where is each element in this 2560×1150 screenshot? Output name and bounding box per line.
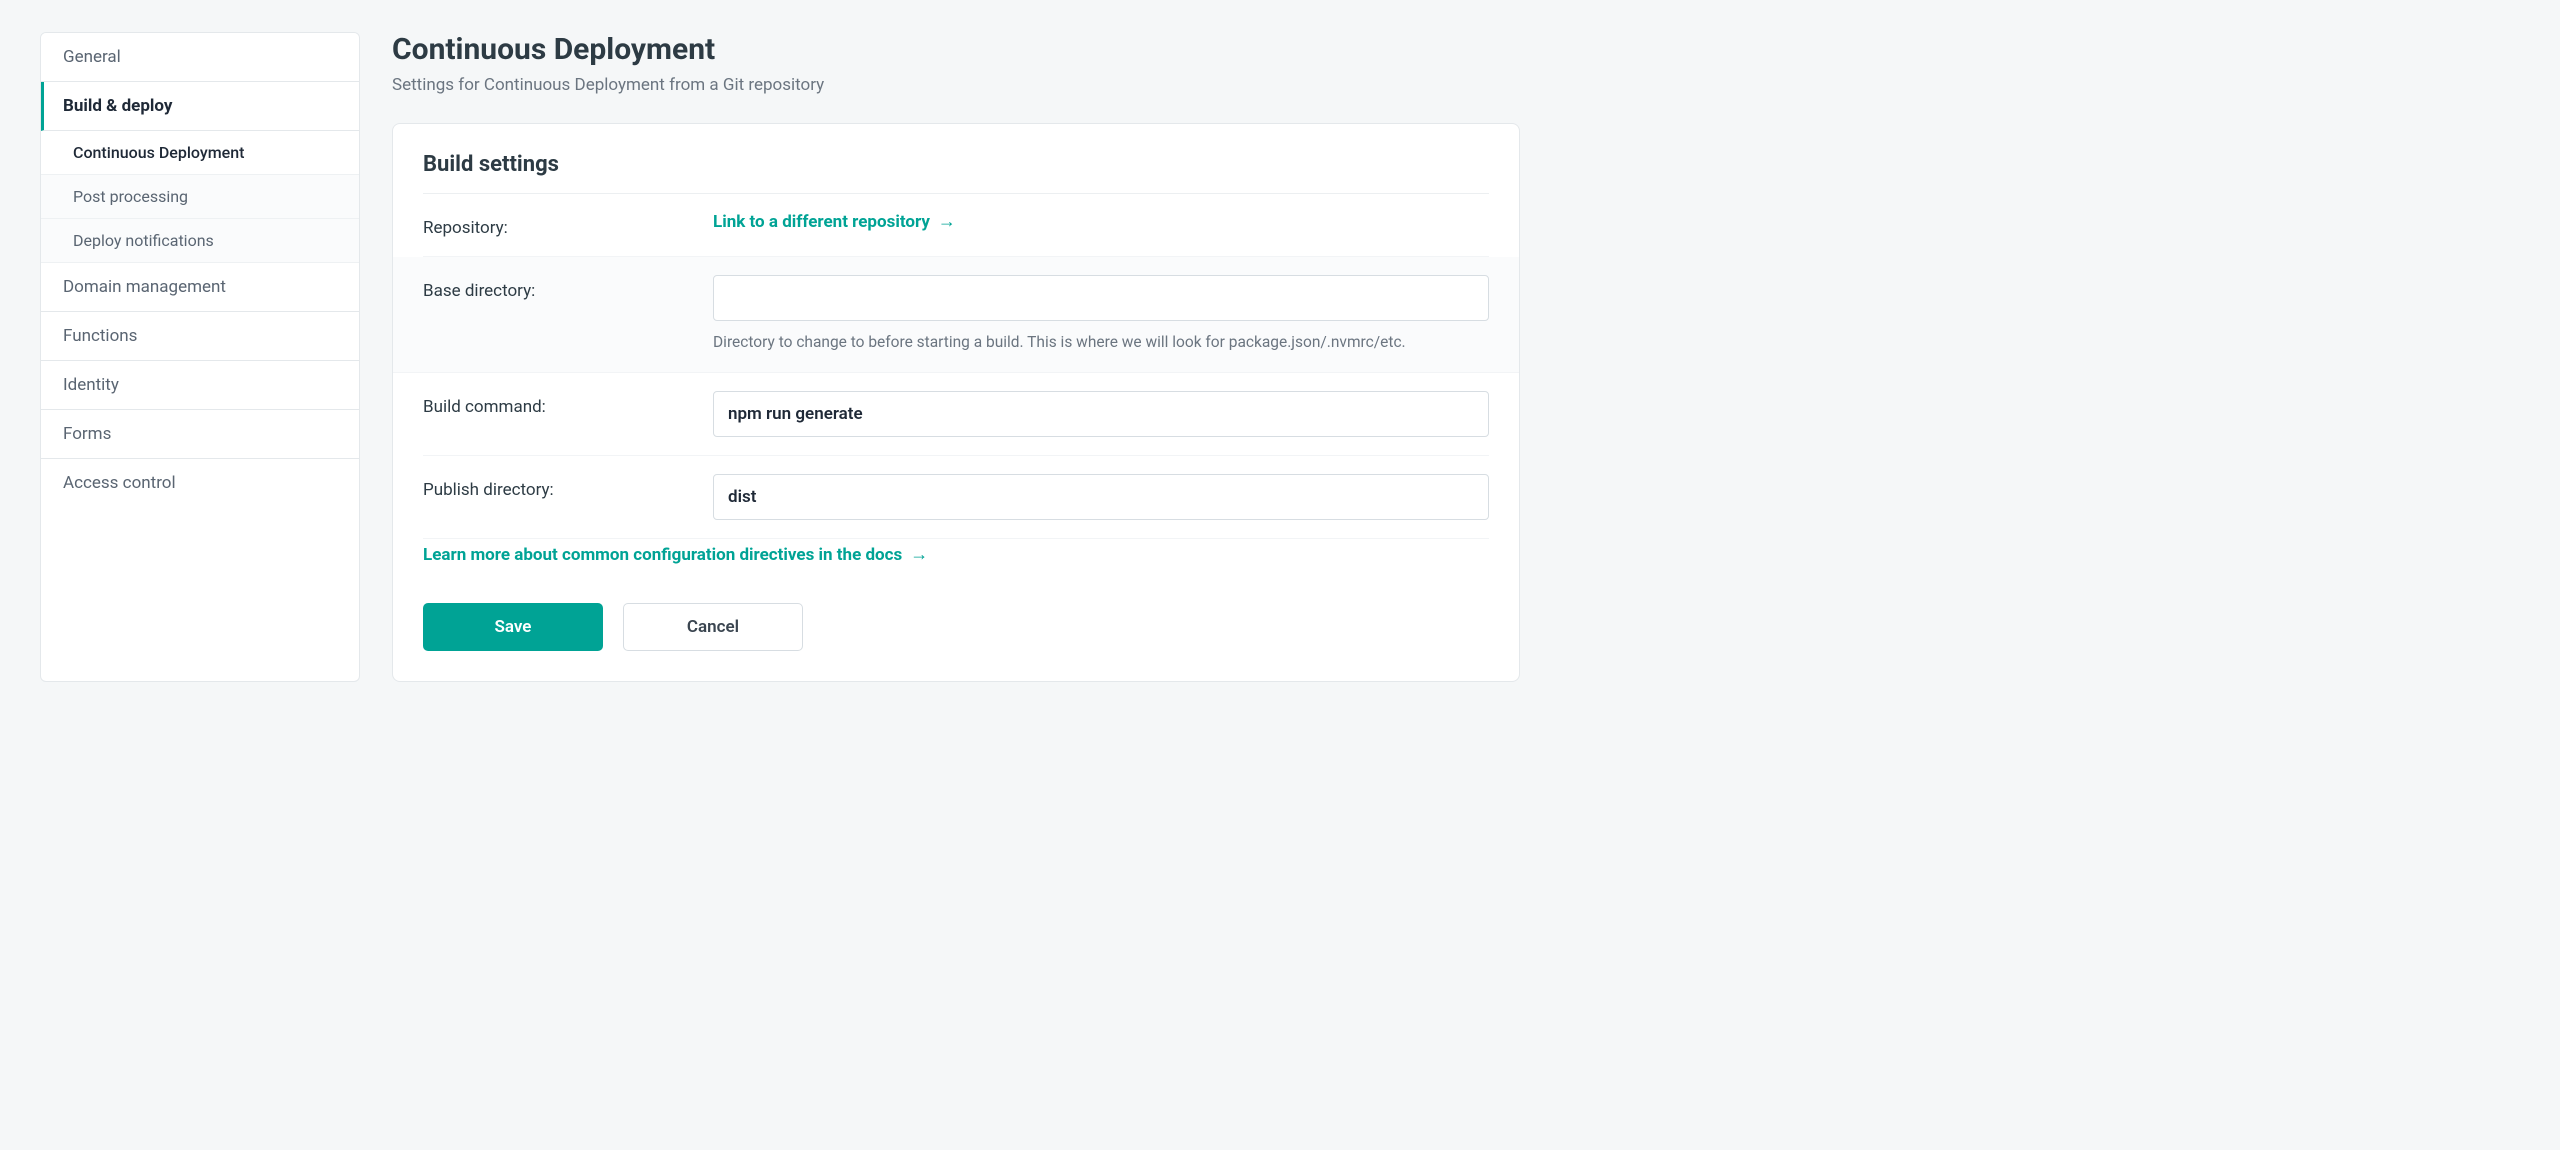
page-title: Continuous Deployment bbox=[392, 32, 1520, 67]
label-build-command: Build command: bbox=[423, 391, 713, 417]
sidebar-item-forms[interactable]: Forms bbox=[41, 410, 359, 459]
help-base-directory: Directory to change to before starting a… bbox=[713, 331, 1489, 354]
sidebar-item-access-control[interactable]: Access control bbox=[41, 459, 359, 507]
row-docs-link: Learn more about common configuration di… bbox=[423, 539, 1489, 595]
input-base-directory[interactable] bbox=[713, 275, 1489, 321]
arrow-right-icon: → bbox=[910, 546, 928, 564]
sidebar-item-label: Domain management bbox=[63, 277, 226, 297]
sidebar-item-label: Forms bbox=[63, 424, 111, 444]
main-content: Continuous Deployment Settings for Conti… bbox=[392, 32, 1520, 682]
arrow-right-icon: → bbox=[938, 213, 956, 231]
sidebar-subitem-label: Post processing bbox=[73, 187, 188, 206]
sidebar-item-label: Identity bbox=[63, 375, 119, 395]
button-row: Save Cancel bbox=[423, 595, 1489, 651]
sidebar-subitem-label: Continuous Deployment bbox=[73, 143, 244, 162]
input-build-command[interactable] bbox=[713, 391, 1489, 437]
sidebar-item-functions[interactable]: Functions bbox=[41, 312, 359, 361]
link-different-repository[interactable]: Link to a different repository → bbox=[713, 212, 956, 232]
row-build-command: Build command: bbox=[423, 373, 1489, 456]
sidebar-item-general[interactable]: General bbox=[41, 33, 359, 82]
sidebar-item-label: Access control bbox=[63, 473, 176, 493]
link-text: Learn more about common configuration di… bbox=[423, 545, 902, 565]
build-settings-card: Build settings Repository: Link to a dif… bbox=[392, 123, 1520, 682]
input-publish-directory[interactable] bbox=[713, 474, 1489, 520]
row-base-directory: Base directory: Directory to change to b… bbox=[393, 257, 1519, 373]
sidebar-subitem-continuous-deployment[interactable]: Continuous Deployment bbox=[41, 131, 359, 175]
link-text: Link to a different repository bbox=[713, 212, 930, 232]
sidebar-item-identity[interactable]: Identity bbox=[41, 361, 359, 410]
sidebar-subitem-label: Deploy notifications bbox=[73, 231, 214, 250]
save-button[interactable]: Save bbox=[423, 603, 603, 651]
sidebar-item-build-deploy[interactable]: Build & deploy bbox=[41, 82, 359, 131]
link-docs[interactable]: Learn more about common configuration di… bbox=[423, 545, 928, 565]
label-repository: Repository: bbox=[423, 212, 713, 238]
sidebar-subitem-deploy-notifications[interactable]: Deploy notifications bbox=[41, 219, 359, 263]
label-base-directory: Base directory: bbox=[423, 275, 713, 301]
sidebar-item-label: Build & deploy bbox=[63, 96, 172, 116]
card-title: Build settings bbox=[423, 152, 1489, 194]
sidebar-item-label: General bbox=[63, 47, 121, 67]
cancel-button[interactable]: Cancel bbox=[623, 603, 803, 651]
sidebar-subitem-post-processing[interactable]: Post processing bbox=[41, 175, 359, 219]
sidebar-item-domain-management[interactable]: Domain management bbox=[41, 263, 359, 312]
settings-sidebar: General Build & deploy Continuous Deploy… bbox=[40, 32, 360, 682]
label-publish-directory: Publish directory: bbox=[423, 474, 713, 500]
page-subtitle: Settings for Continuous Deployment from … bbox=[392, 75, 1520, 95]
sidebar-item-label: Functions bbox=[63, 326, 137, 346]
row-publish-directory: Publish directory: bbox=[423, 456, 1489, 539]
row-repository: Repository: Link to a different reposito… bbox=[423, 194, 1489, 257]
